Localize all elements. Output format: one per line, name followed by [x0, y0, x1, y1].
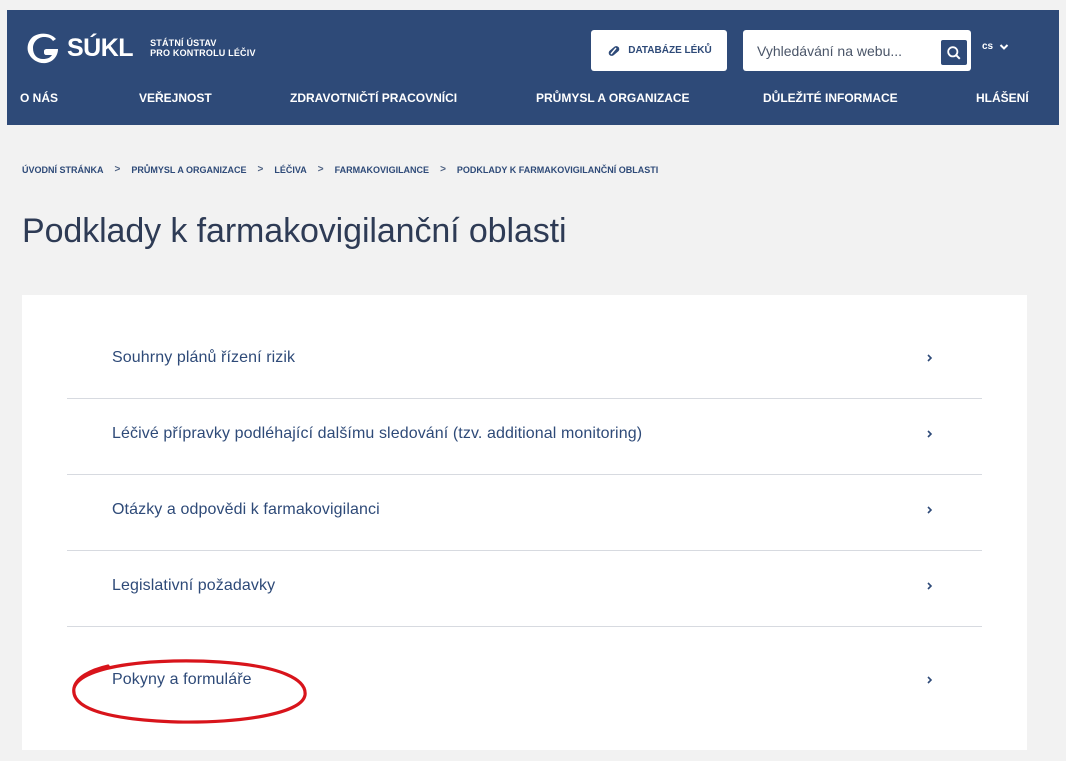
site-header: SÚKL STÁTNÍ ÚSTAV PRO KONTROLU LÉČIV DAT… [7, 10, 1059, 125]
search-button[interactable] [941, 40, 967, 65]
breadcrumb-item-industry[interactable]: PRŮMYSL A ORGANIZACE [131, 165, 246, 175]
pill-icon [606, 43, 622, 59]
search-input[interactable] [743, 42, 928, 59]
language-selector[interactable]: cs [982, 41, 1009, 52]
chevron-right-icon [927, 676, 933, 684]
list-item-label: Otázky a odpovědi k farmakovigilanci [112, 501, 380, 518]
breadcrumb-item-home[interactable]: ÚVODNÍ STRÁNKA [22, 165, 104, 175]
nav-item-verejnost[interactable]: VEŘEJNOST [139, 91, 212, 105]
breadcrumb-item-pharmacovigilance[interactable]: FARMAKOVIGILANCE [335, 165, 430, 175]
list-item-legislative-requirements[interactable]: Legislativní požadavky [67, 551, 982, 627]
breadcrumb-item-medicines[interactable]: LÉČIVA [274, 165, 306, 175]
list-item-label: Legislativní požadavky [112, 577, 276, 594]
logo-subtitle: STÁTNÍ ÚSTAV PRO KONTROLU LÉČIV [150, 38, 256, 58]
sukl-logo-icon [25, 31, 60, 66]
chevron-right-icon [927, 430, 933, 438]
breadcrumb: ÚVODNÍ STRÁNKA > PRŮMYSL A ORGANIZACE > … [22, 164, 658, 175]
list-item-guidelines-and-forms[interactable]: Pokyny a formuláře [67, 645, 982, 721]
chevron-right-icon [927, 582, 933, 590]
nav-item-prumysl-a-organizace[interactable]: PRŮMYSL A ORGANIZACE [536, 91, 690, 105]
nav-item-dulezite-informace[interactable]: DŮLEŽITÉ INFORMACE [763, 91, 898, 105]
links-card: Souhrny plánů řízení rizik Léčivé přípra… [22, 295, 1027, 750]
list-item-label: Léčivé přípravky podléhající dalšímu sle… [112, 425, 643, 442]
chevron-right-icon [927, 506, 933, 514]
database-button-label: DATABÁZE LÉKŮ [628, 45, 712, 56]
chevron-down-icon [999, 43, 1009, 50]
breadcrumb-separator: > [257, 164, 264, 175]
sukl-logo[interactable]: SÚKL STÁTNÍ ÚSTAV PRO KONTROLU LÉČIV [25, 28, 256, 68]
list-item-additional-monitoring[interactable]: Léčivé přípravky podléhající dalšímu sle… [67, 399, 982, 475]
page-title: Podklady k farmakovigilanční oblasti [22, 212, 567, 250]
breadcrumb-item-current: PODKLADY K FARMAKOVIGILANČNÍ OBLASTI [456, 164, 659, 175]
list-item-risk-management-summaries[interactable]: Souhrny plánů řízení rizik [67, 323, 982, 399]
database-drugs-button[interactable]: DATABÁZE LÉKŮ [591, 30, 727, 71]
chevron-right-icon [927, 354, 933, 362]
list-item-label: Souhrny plánů řízení rizik [112, 349, 296, 366]
breadcrumb-separator: > [317, 164, 324, 175]
nav-item-o-nas[interactable]: O NÁS [20, 91, 58, 105]
main-navigation: O NÁS VEŘEJNOST ZDRAVOTNIČTÍ PRACOVNÍCI … [7, 91, 1059, 111]
list-item-faq-pharmacovigilance[interactable]: Otázky a odpovědi k farmakovigilanci [67, 475, 982, 551]
logo-text: SÚKL [67, 33, 134, 62]
breadcrumb-separator: > [440, 164, 446, 175]
logo-subtitle-line2: PRO KONTROLU LÉČIV [150, 48, 256, 58]
list-item-label: Pokyny a formuláře [112, 671, 252, 688]
page: SÚKL STÁTNÍ ÚSTAV PRO KONTROLU LÉČIV DAT… [0, 0, 1066, 761]
nav-item-hlaseni[interactable]: HLÁŠENÍ [976, 91, 1029, 105]
search-icon [947, 45, 961, 60]
breadcrumb-separator: > [114, 164, 121, 175]
logo-subtitle-line1: STÁTNÍ ÚSTAV [150, 38, 217, 48]
nav-item-zdravotnicti-pracovnici[interactable]: ZDRAVOTNIČTÍ PRACOVNÍCI [290, 91, 457, 105]
search-box [743, 30, 971, 71]
language-code: cs [982, 41, 994, 52]
